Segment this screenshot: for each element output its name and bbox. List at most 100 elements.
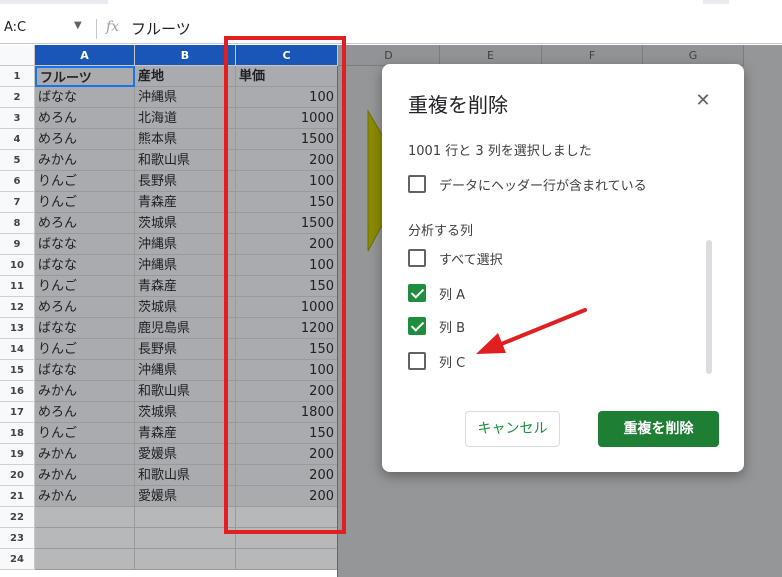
column-b-checkbox[interactable] (408, 317, 426, 335)
remove-duplicates-dialog: 重複を削除 ✕ 1001 行と 3 列を選択しました データにヘッダー行が含まれ… (382, 64, 744, 472)
annotation-arrow (476, 308, 587, 354)
cell[interactable] (236, 549, 338, 570)
column-header-b[interactable]: B (135, 45, 236, 66)
row-header[interactable]: 17 (0, 402, 35, 423)
row-header[interactable]: 6 (0, 171, 35, 192)
row-header[interactable]: 16 (0, 381, 35, 402)
row-header[interactable]: 20 (0, 465, 35, 486)
row-header[interactable]: 10 (0, 255, 35, 276)
cell[interactable]: 茨城県 (135, 297, 236, 318)
cell[interactable]: 北海道 (135, 108, 236, 129)
cancel-button[interactable]: キャンセル (465, 411, 560, 447)
column-b-label: 列 B (439, 321, 466, 336)
cell[interactable]: めろん (35, 108, 135, 129)
formula-input[interactable]: フルーツ (131, 18, 191, 39)
cell[interactable]: 長野県 (135, 339, 236, 360)
row-header[interactable]: 18 (0, 423, 35, 444)
cell[interactable]: みかん (35, 486, 135, 507)
cell[interactable] (135, 528, 236, 549)
cell[interactable]: 青森産 (135, 423, 236, 444)
cell[interactable]: りんご (35, 339, 135, 360)
toolbar-fragment (0, 0, 108, 4)
row-header[interactable]: 15 (0, 360, 35, 381)
cell[interactable]: りんご (35, 171, 135, 192)
row-header[interactable]: 21 (0, 486, 35, 507)
row-header[interactable]: 1 (0, 66, 35, 87)
row-header[interactable]: 12 (0, 297, 35, 318)
column-c-checkbox[interactable] (408, 352, 426, 370)
cell[interactable]: みかん (35, 444, 135, 465)
row-header[interactable]: 19 (0, 444, 35, 465)
columns-section-title: 分析する列 (408, 224, 474, 239)
remove-duplicates-button[interactable]: 重複を削除 (598, 411, 719, 447)
cell[interactable]: 青森産 (135, 276, 236, 297)
row-header[interactable]: 4 (0, 129, 35, 150)
cell[interactable]: ばなな (35, 87, 135, 108)
row-header[interactable]: 5 (0, 150, 35, 171)
cell[interactable]: ばなな (35, 360, 135, 381)
cell[interactable]: 愛媛県 (135, 486, 236, 507)
cell[interactable]: 青森産 (135, 192, 236, 213)
cell[interactable]: 茨城県 (135, 213, 236, 234)
row-header[interactable]: 11 (0, 276, 35, 297)
cell[interactable]: ばなな (35, 318, 135, 339)
cell[interactable] (35, 507, 135, 528)
cell[interactable] (35, 528, 135, 549)
row-header[interactable]: 9 (0, 234, 35, 255)
cell[interactable]: めろん (35, 402, 135, 423)
cell[interactable]: 和歌山県 (135, 150, 236, 171)
close-icon[interactable]: ✕ (691, 89, 715, 113)
cell[interactable]: 長野県 (135, 171, 236, 192)
column-a-checkbox[interactable] (408, 284, 426, 302)
column-header-a[interactable]: A (35, 45, 135, 66)
cell[interactable]: みかん (35, 381, 135, 402)
cell[interactable]: みかん (35, 150, 135, 171)
row-header[interactable]: 8 (0, 213, 35, 234)
cell[interactable]: りんご (35, 276, 135, 297)
cell[interactable]: 沖縄県 (135, 234, 236, 255)
cell[interactable] (135, 549, 236, 570)
cell[interactable]: めろん (35, 129, 135, 150)
row-header[interactable]: 7 (0, 192, 35, 213)
cell[interactable]: 愛媛県 (135, 444, 236, 465)
columns-scrollbar[interactable] (706, 240, 712, 374)
header-row-checkbox[interactable] (408, 175, 426, 193)
row-header[interactable]: 23 (0, 528, 35, 549)
cell[interactable]: 沖縄県 (135, 255, 236, 276)
cell[interactable]: 茨城県 (135, 402, 236, 423)
cell[interactable] (135, 507, 236, 528)
cell[interactable]: フルーツ (35, 66, 135, 87)
column-c-label: 列 C (439, 356, 466, 371)
highlight-rectangle (224, 36, 346, 534)
cell[interactable]: 和歌山県 (135, 381, 236, 402)
cell[interactable]: みかん (35, 465, 135, 486)
name-box-dropdown-icon[interactable]: ▼ (74, 20, 82, 31)
column-a-label: 列 A (439, 288, 466, 303)
cell[interactable]: ばなな (35, 255, 135, 276)
row-header[interactable]: 22 (0, 507, 35, 528)
toolbar-fragment (703, 0, 729, 4)
cell[interactable]: めろん (35, 297, 135, 318)
row-header[interactable]: 3 (0, 108, 35, 129)
cell[interactable]: 沖縄県 (135, 360, 236, 381)
cell[interactable]: りんご (35, 423, 135, 444)
select-all-corner[interactable] (0, 45, 35, 66)
cell[interactable]: めろん (35, 213, 135, 234)
cell[interactable]: 鹿児島県 (135, 318, 236, 339)
name-box[interactable]: A:C (4, 20, 26, 35)
cell[interactable]: 沖縄県 (135, 87, 236, 108)
cell[interactable] (35, 549, 135, 570)
fx-icon: fx (106, 19, 120, 35)
cell[interactable]: 熊本県 (135, 129, 236, 150)
cell[interactable]: りんご (35, 192, 135, 213)
cell[interactable]: ばなな (35, 234, 135, 255)
select-all-checkbox[interactable] (408, 249, 426, 267)
row-header[interactable]: 13 (0, 318, 35, 339)
row-header[interactable]: 24 (0, 549, 35, 570)
selection-info: 1001 行と 3 列を選択しました (408, 144, 592, 159)
cell[interactable]: 和歌山県 (135, 465, 236, 486)
formula-separator (96, 19, 97, 39)
row-header[interactable]: 2 (0, 87, 35, 108)
row-header[interactable]: 14 (0, 339, 35, 360)
cell[interactable]: 産地 (135, 66, 236, 87)
